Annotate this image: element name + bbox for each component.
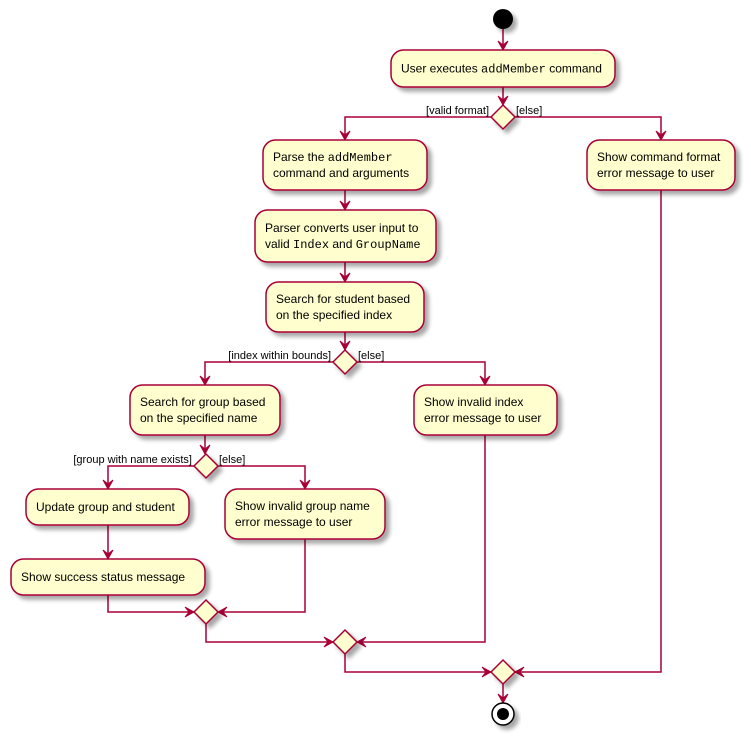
action-text: error message to user <box>235 515 352 529</box>
guard-label-yes: [index within bounds] <box>228 350 331 362</box>
merge-diamond-icon <box>489 658 517 686</box>
flow-edge <box>107 595 194 613</box>
flow-edge <box>357 361 486 385</box>
user-exec-action: User executes addMember command <box>390 49 616 88</box>
parse-action: Parse the addMembercommand and arguments <box>262 139 428 191</box>
action-text: on the specified index <box>276 308 392 322</box>
search-group-action: Search for group based on the specified n… <box>129 384 281 436</box>
guard-label-else: [else] <box>516 105 542 117</box>
end-node-dot <box>497 708 509 720</box>
action-box <box>129 384 281 436</box>
start-node-icon <box>493 9 513 29</box>
merge-group-merge <box>192 598 220 626</box>
action-text: Update group and student <box>36 500 175 514</box>
action-box <box>413 384 558 436</box>
guard-label-yes: [valid format] <box>426 105 489 117</box>
decision-diamond-icon <box>192 452 220 480</box>
merge-index-merge <box>331 628 359 656</box>
action-text: Show success status message <box>21 570 185 584</box>
invalid-group-action: Show invalid group name error message to… <box>224 488 386 540</box>
action-text: error message to user <box>597 166 714 180</box>
flow-edge <box>205 624 333 643</box>
end-end <box>491 702 515 726</box>
success-action: Show success status message <box>10 558 206 596</box>
action-text: Parse the addMember <box>273 150 393 165</box>
decision-diamond-icon <box>331 348 359 376</box>
start-start <box>493 9 513 29</box>
guard-label-else: [else] <box>358 350 384 362</box>
action-text: User executes addMember command <box>401 62 602 77</box>
action-box <box>262 139 428 191</box>
action-text: Show command format <box>597 150 721 164</box>
guard-label-yes: [group with name exists] <box>73 454 192 466</box>
format-error-action: Show command format error message to use… <box>586 139 736 191</box>
decision-diamond-icon <box>489 103 517 131</box>
action-box <box>265 281 425 333</box>
flow-edge <box>515 116 662 140</box>
activity-diagram: User executes addMember command Parse the… <box>10 9 736 726</box>
action-text: Show invalid index <box>424 395 523 409</box>
update-action: Update group and student <box>25 488 190 526</box>
convert-action: Parser converts user input to valid Index… <box>254 209 437 263</box>
action-text: Show invalid group name <box>235 499 370 513</box>
action-box <box>254 209 437 263</box>
action-text: valid Index and GroupName <box>265 237 421 252</box>
merge-format-merge <box>489 658 517 686</box>
action-text: error message to user <box>424 411 541 425</box>
dec-group-decision <box>192 452 220 480</box>
merge-diamond-icon <box>192 598 220 626</box>
merge-diamond-icon <box>331 628 359 656</box>
action-box <box>224 488 386 540</box>
action-text: on the specified name <box>140 411 258 425</box>
flow-edge <box>218 465 306 489</box>
guard-label-else: [else] <box>219 454 245 466</box>
edges <box>102 29 667 705</box>
flow-edge <box>344 116 491 140</box>
flow-edge <box>344 654 491 673</box>
action-text: Search for group based <box>140 395 265 409</box>
action-text: Parser converts user input to <box>265 221 419 235</box>
search-student-action: Search for student based on the specified… <box>265 281 425 333</box>
dec-format-decision <box>489 103 517 131</box>
action-box <box>586 139 736 191</box>
flow-edge <box>204 361 333 385</box>
invalid-index-action: Show invalid index error message to user <box>413 384 558 436</box>
flow-edge <box>107 465 194 489</box>
flow-edge <box>218 539 306 613</box>
action-text: Search for student based <box>276 292 410 306</box>
dec-index-decision <box>331 348 359 376</box>
action-text: command and arguments <box>273 166 409 180</box>
